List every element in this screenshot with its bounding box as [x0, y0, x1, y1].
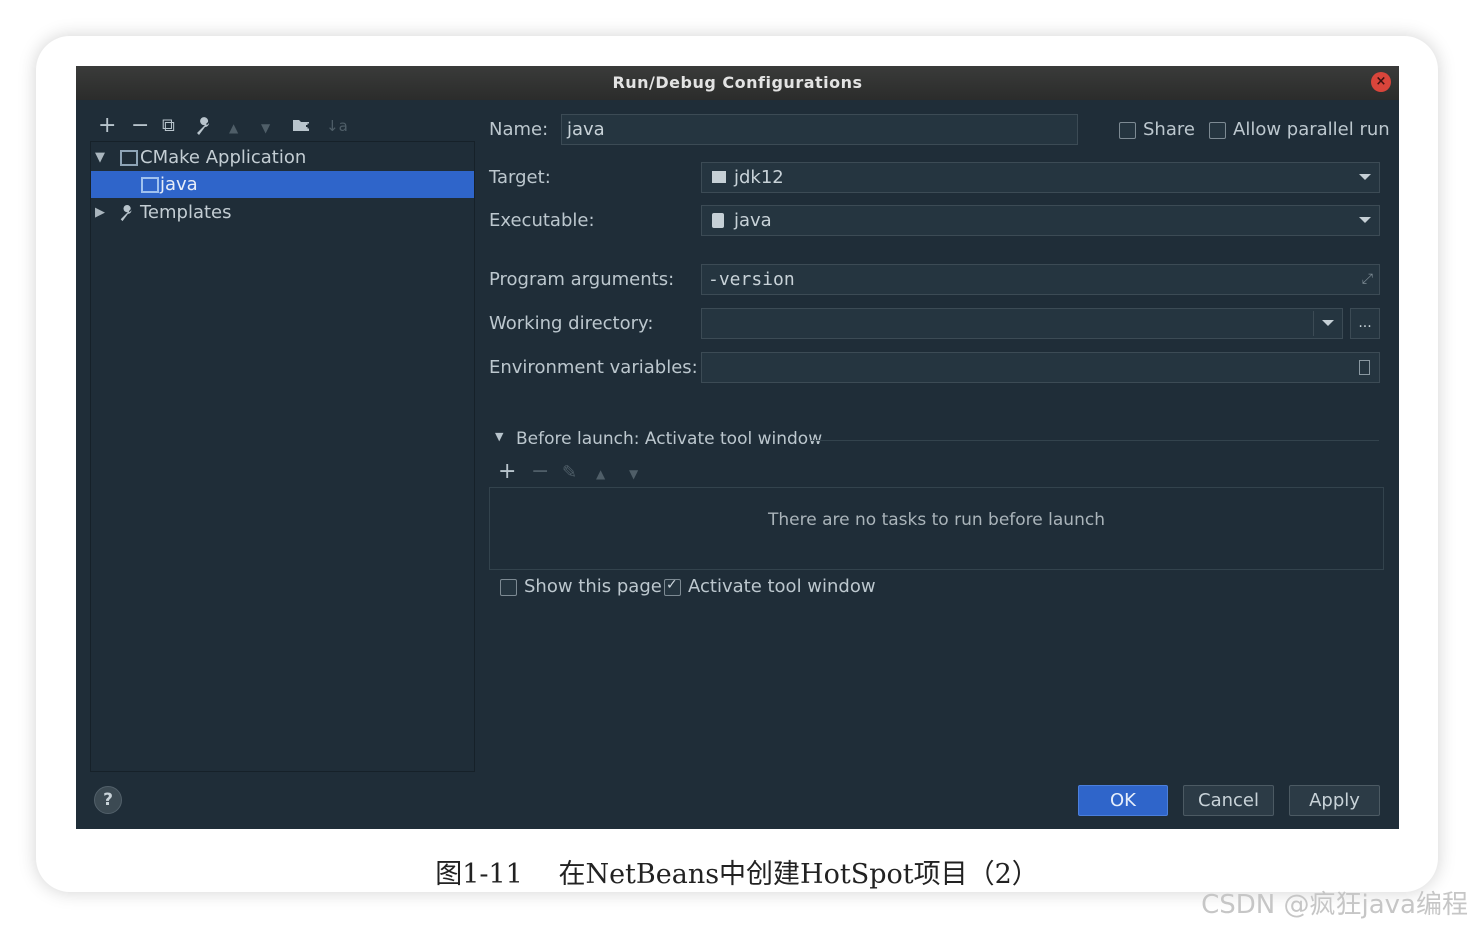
help-button[interactable]: ? — [94, 786, 122, 814]
divider — [1313, 311, 1314, 336]
name-input[interactable]: java — [561, 114, 1078, 145]
tree-item-label: CMake Application — [140, 147, 307, 168]
environment-variables-input[interactable] — [701, 352, 1380, 383]
working-directory-input[interactable] — [701, 308, 1343, 339]
activate-tool-window-label: Activate tool window — [688, 576, 876, 597]
chevron-down-icon[interactable] — [1322, 320, 1334, 326]
tree-item-label: Templates — [140, 202, 232, 223]
chevron-down-icon — [1359, 174, 1371, 180]
environment-variables-label: Environment variables: — [489, 357, 698, 378]
empty-task-message: There are no tasks to run before launch — [768, 510, 1105, 530]
tree-item-templates[interactable]: ▶ Templates — [91, 199, 474, 226]
sort-icon: ↓a — [326, 117, 348, 135]
expand-down-icon[interactable]: ▼ — [95, 144, 105, 171]
expand-right-icon[interactable]: ▶ — [95, 199, 105, 226]
target-icon — [712, 171, 726, 183]
target-label: Target: — [489, 167, 551, 188]
config-tree: ▼ CMake Application java ▶ Templates — [90, 141, 475, 772]
browse-button[interactable]: ... — [1350, 308, 1380, 339]
ok-button[interactable]: OK — [1078, 785, 1168, 816]
remove-icon: − — [531, 459, 550, 484]
executable-icon — [712, 213, 724, 228]
move-down-icon: ▼ — [629, 467, 639, 481]
expand-icon[interactable]: ⤢ — [1362, 265, 1373, 294]
copy-icon[interactable]: ⧉ — [162, 116, 175, 136]
dialog-title: Run/Debug Configurations — [612, 73, 863, 92]
name-label: Name: — [489, 119, 549, 140]
run-debug-dialog: Run/Debug Configurations × + − ⧉ ▲ ▼ ↓a … — [76, 66, 1399, 829]
executable-combo[interactable]: java — [701, 205, 1380, 236]
move-up-icon: ▲ — [229, 121, 239, 135]
share-label: Share — [1143, 119, 1195, 140]
working-directory-label: Working directory: — [489, 313, 654, 334]
program-arguments-input[interactable]: -version ⤢ — [701, 264, 1380, 295]
program-arguments-label: Program arguments: — [489, 269, 675, 290]
title-bar: Run/Debug Configurations × — [76, 66, 1399, 100]
show-this-page-checkbox[interactable] — [500, 579, 517, 596]
section-divider — [811, 440, 1379, 441]
show-this-page-label: Show this page — [524, 576, 662, 597]
folder-icon[interactable] — [292, 116, 312, 139]
add-icon[interactable]: + — [98, 115, 116, 137]
before-launch-task-list: There are no tasks to run before launch — [489, 487, 1384, 570]
move-down-icon: ▼ — [261, 121, 271, 135]
target-value: jdk12 — [734, 167, 784, 188]
move-up-icon: ▲ — [596, 467, 606, 481]
before-launch-header[interactable]: Before launch: Activate tool window — [516, 429, 822, 449]
tree-item-cmake-application[interactable]: ▼ CMake Application — [91, 144, 474, 171]
collapse-down-icon[interactable]: ▼ — [495, 430, 503, 443]
wrench-icon — [118, 203, 136, 230]
cmake-app-icon — [120, 150, 138, 166]
tree-item-java[interactable]: java — [91, 171, 474, 198]
cmake-target-icon — [141, 177, 159, 193]
remove-icon[interactable]: − — [131, 115, 149, 137]
tree-item-label: java — [160, 174, 198, 195]
executable-value: java — [734, 210, 772, 231]
edit-icon: ✎ — [562, 462, 578, 483]
activate-tool-window-checkbox[interactable] — [664, 577, 681, 596]
program-arguments-value: -version — [708, 269, 795, 290]
executable-label: Executable: — [489, 210, 595, 231]
chevron-down-icon — [1359, 217, 1371, 223]
edit-env-icon[interactable] — [1359, 360, 1370, 375]
apply-button[interactable]: Apply — [1289, 785, 1380, 816]
close-icon[interactable]: × — [1371, 72, 1391, 92]
wrench-icon[interactable] — [194, 116, 214, 141]
share-checkbox[interactable] — [1119, 122, 1136, 139]
watermark: CSDN @疯狂java编程 — [1201, 890, 1468, 920]
cancel-button[interactable]: Cancel — [1183, 785, 1274, 816]
target-combo[interactable]: jdk12 — [701, 162, 1380, 193]
add-icon[interactable]: + — [498, 461, 516, 483]
allow-parallel-label: Allow parallel run — [1233, 119, 1390, 140]
allow-parallel-checkbox[interactable] — [1209, 122, 1226, 139]
